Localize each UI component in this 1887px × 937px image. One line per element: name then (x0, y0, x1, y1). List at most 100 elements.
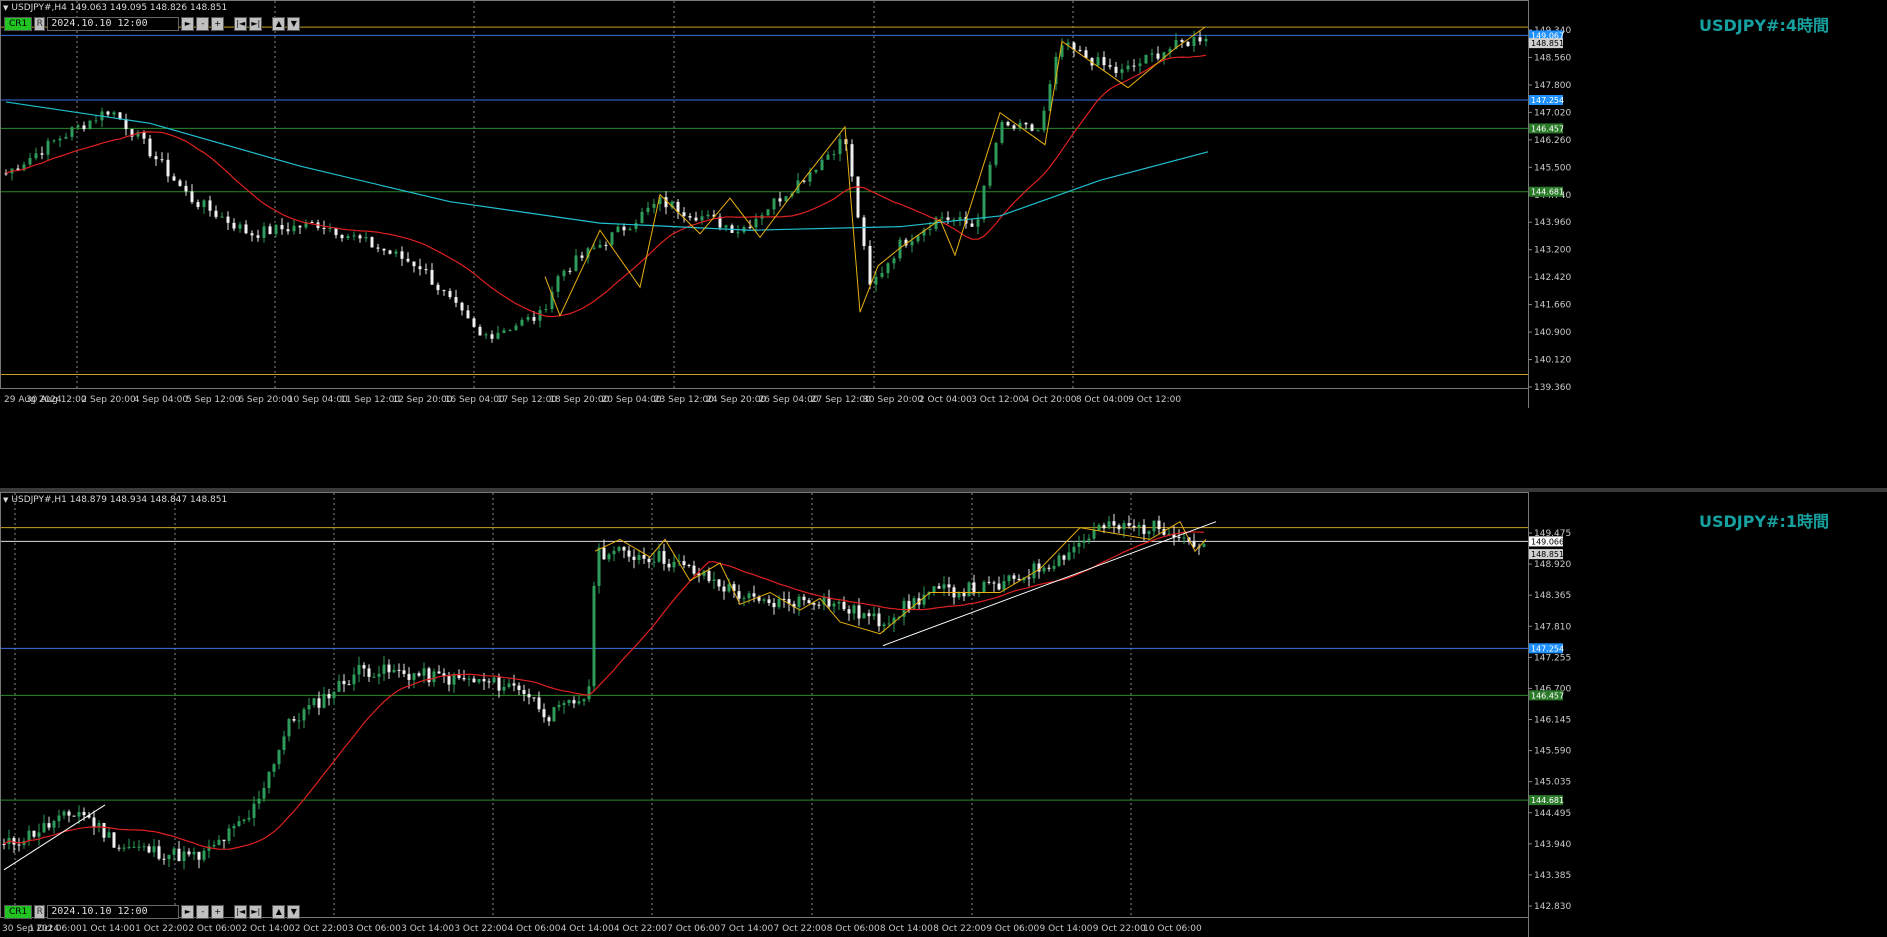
candle-body (568, 270, 572, 272)
candle-body (580, 255, 584, 258)
candle-body (1042, 110, 1046, 131)
h1-chart-canvas[interactable]: 149.475148.920148.365147.810147.255146.7… (0, 492, 1887, 937)
candle-body (616, 226, 620, 233)
candle-body (1192, 37, 1196, 46)
candle-body (292, 719, 296, 721)
candle-body (268, 226, 272, 234)
candle-body (382, 248, 386, 251)
candle-body (808, 172, 812, 182)
price-marker-label: 146.457 (1531, 124, 1564, 133)
candle-body (292, 225, 296, 232)
h4-chart-pane[interactable]: 149.340148.560147.800147.020146.260145.5… (0, 0, 1887, 488)
candle-body (694, 217, 698, 221)
scroll-down-icon[interactable]: ▼ (287, 905, 301, 919)
date-input[interactable]: 2024.10.10 12:00 (47, 17, 180, 31)
candle-body (1042, 567, 1046, 572)
last-bar-icon[interactable]: ►| (249, 17, 263, 31)
candle-body (187, 851, 191, 855)
price-tick-label: 147.255 (1534, 653, 1571, 663)
candle-body (1144, 54, 1148, 64)
candle-body (1036, 130, 1040, 132)
candle-body (1156, 53, 1160, 59)
candle-body (392, 669, 396, 673)
candle-body (160, 159, 164, 161)
price-tick-label: 148.920 (1534, 560, 1571, 570)
price-tick-label: 139.360 (1534, 383, 1571, 393)
price-marker-label: 148.851 (1531, 39, 1564, 48)
candle-body (88, 120, 92, 130)
cr-button[interactable]: CR1 (4, 905, 33, 919)
candle-body (190, 191, 194, 203)
candle-body (157, 846, 161, 859)
candle-body (12, 837, 16, 845)
candle-body (826, 154, 830, 160)
time-tick-label: 3 Oct 22:00 (454, 924, 507, 934)
minus-button[interactable]: - (196, 17, 210, 31)
candle-body (687, 565, 691, 567)
h4-chart-canvas[interactable]: 149.340148.560147.800147.020146.260145.5… (0, 0, 1887, 488)
h4-time-controls: CR1 R 2024.10.10 12:00 ► - + |◄ ►| ▲ ▼ (4, 17, 301, 31)
candle-body (70, 127, 74, 137)
candle-body (1186, 41, 1190, 46)
price-tick-label: 148.560 (1534, 53, 1571, 63)
date-input[interactable]: 2024.10.10 12:00 (47, 905, 180, 919)
candle-body (880, 273, 884, 277)
candle-body (418, 266, 422, 270)
candle-body (532, 697, 536, 699)
play-icon[interactable]: ► (181, 17, 195, 31)
candle-body (94, 120, 98, 122)
time-tick-label: 23 Sep 12:00 (654, 395, 714, 405)
first-bar-icon[interactable]: |◄ (234, 905, 248, 919)
candle-body (597, 547, 601, 586)
time-tick-label: 4 Oct 22:00 (614, 924, 667, 934)
candle-body (572, 700, 576, 704)
candle-body (274, 225, 278, 234)
candle-body (1117, 525, 1121, 530)
price-tick-label: 142.830 (1534, 902, 1571, 912)
play-icon[interactable]: ► (181, 905, 195, 919)
candle-body (778, 198, 782, 202)
candle-body (877, 613, 881, 627)
candle-body (137, 846, 141, 848)
minus-button[interactable]: - (196, 905, 210, 919)
candle-body (112, 832, 116, 848)
r-button[interactable]: R (34, 17, 46, 31)
dropdown-triangle-icon[interactable]: ▼ (3, 4, 8, 12)
candle-body (967, 582, 971, 597)
candle-body (152, 846, 156, 853)
candle-body (347, 684, 351, 686)
candle-body (448, 291, 452, 298)
scroll-up-icon[interactable]: ▲ (272, 905, 286, 919)
h1-chart-pane[interactable]: 149.475 148.920 148.365 147.810 147.255 146.7… (0, 492, 1887, 937)
candle-body (112, 112, 116, 115)
candle-body (737, 591, 741, 599)
h1-timeframe-label: USDJPY#:1時間 (1698, 512, 1829, 531)
candle-body (42, 823, 46, 833)
candle-body (232, 825, 236, 829)
time-tick-label: 3 Oct 06:00 (348, 924, 401, 934)
cr-button[interactable]: CR1 (4, 17, 33, 31)
r-button[interactable]: R (34, 905, 46, 919)
last-bar-icon[interactable]: ►| (249, 905, 263, 919)
plus-button[interactable]: + (211, 17, 225, 31)
scroll-down-icon[interactable]: ▼ (287, 17, 301, 31)
candle-body (557, 705, 561, 708)
first-bar-icon[interactable]: |◄ (234, 17, 248, 31)
dropdown-triangle-icon[interactable]: ▼ (3, 496, 8, 504)
candle-body (387, 664, 391, 673)
price-marker-label: 149.066 (1531, 537, 1564, 546)
plus-button[interactable]: + (211, 905, 225, 919)
price-tick-label: 145.590 (1534, 747, 1571, 757)
candle-body (634, 223, 638, 230)
price-tick-label: 146.145 (1534, 716, 1571, 726)
candle-body (82, 811, 86, 816)
scroll-up-icon[interactable]: ▲ (272, 17, 286, 31)
candle-body (682, 212, 686, 217)
candle-body (302, 709, 306, 721)
candle-body (244, 224, 248, 234)
candle-body (322, 227, 326, 229)
candle-body (802, 596, 806, 601)
candle-body (496, 332, 500, 339)
candle-body (607, 554, 611, 560)
candle-body (52, 821, 56, 828)
